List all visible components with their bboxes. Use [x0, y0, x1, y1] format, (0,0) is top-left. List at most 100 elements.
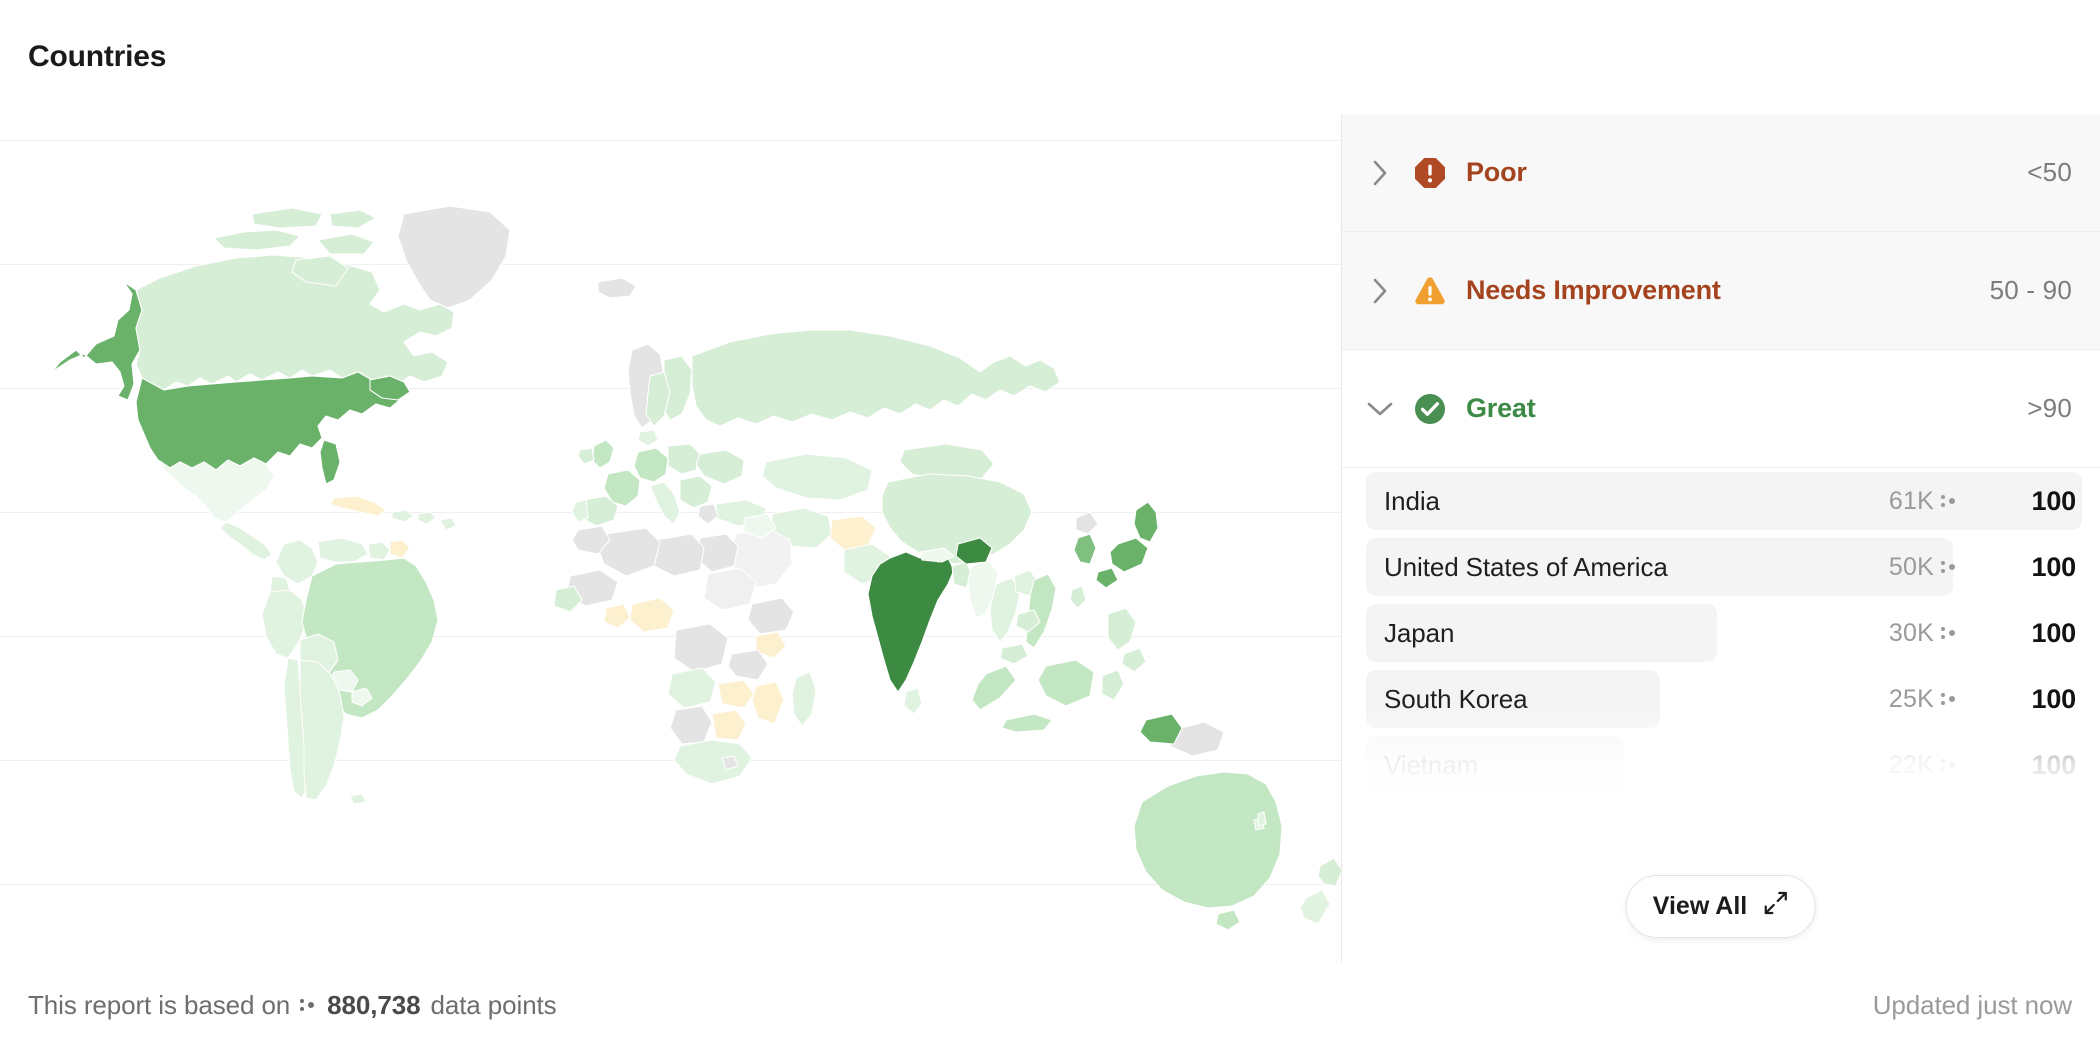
chevron-down-icon[interactable]: [1358, 400, 1402, 417]
category-label-needs-improvement: Needs Improvement: [1466, 275, 1721, 305]
country-score: 100: [2031, 749, 2077, 780]
country-japan: [1133, 501, 1159, 543]
country-canada: [135, 254, 455, 391]
country-vanuatu: [1257, 811, 1267, 827]
country-borneo: [1037, 659, 1095, 707]
country-count-value: 50K: [1888, 552, 1934, 581]
country-score: 100: [2031, 617, 2077, 648]
country-count: 25K: [1889, 685, 1958, 714]
country-count-value: 25K: [1888, 684, 1934, 713]
country-portugal: [571, 499, 589, 523]
report-basis-suffix: data points: [430, 989, 557, 1020]
country-canada-arctic-4: [329, 209, 377, 229]
list-item[interactable]: India 61K 100: [1342, 468, 2100, 534]
country-denmark: [637, 429, 659, 447]
country-list: India 61K 100 United States of America 5…: [1342, 468, 2100, 798]
country-caribbean-3: [439, 517, 457, 531]
country-us-florida: [319, 439, 341, 485]
country-philippines-2: [1121, 647, 1147, 673]
country-botswana: [711, 709, 747, 741]
country-java: [1001, 713, 1053, 733]
data-points-icon: [1941, 490, 1958, 512]
country-malaysia: [999, 643, 1029, 665]
chevron-right-icon[interactable]: [1358, 159, 1402, 187]
category-range-great: >90: [2027, 393, 2072, 423]
data-points-count: 880,738: [327, 989, 421, 1020]
country-falkland: [349, 793, 367, 805]
country-canada-arctic-3: [317, 233, 375, 255]
data-points-icon: [1941, 688, 1958, 710]
country-zambia: [717, 679, 755, 709]
card-header: Countries: [0, 0, 2100, 114]
country-greenland: [397, 205, 511, 309]
country-angola: [667, 667, 717, 709]
data-points-icon: [1941, 754, 1958, 776]
check-circle-icon: [1412, 391, 1448, 427]
country-ghana: [603, 603, 631, 629]
category-row-great[interactable]: Great >90: [1342, 350, 2100, 468]
country-score: 100: [2031, 683, 2077, 714]
list-item[interactable]: Japan 30K 100: [1342, 600, 2100, 666]
country-tasmania: [1215, 909, 1241, 931]
country-japan-kyushu: [1095, 567, 1119, 589]
country-suriname: [389, 539, 411, 559]
score-bands-panel: Poor <50 Needs Improvement 50 - 90 Great…: [1342, 114, 2100, 962]
country-score: 100: [2031, 551, 2077, 582]
country-iceland: [597, 277, 637, 299]
country-alaska: [51, 281, 143, 401]
chevron-right-icon[interactable]: [1358, 277, 1402, 305]
data-points-icon: [1941, 556, 1958, 578]
country-score: 100: [2031, 485, 2077, 516]
report-basis-prefix: This report is based on: [28, 989, 291, 1020]
country-count-value: 61K: [1888, 486, 1934, 515]
category-range-needs-improvement: 50 - 90: [1989, 275, 2072, 305]
world-map-svg: [51, 205, 1341, 931]
list-item[interactable]: Vietnam 22K 100: [1342, 732, 2100, 798]
country-count: 61K: [1889, 487, 1958, 516]
country-count-value: 22K: [1888, 750, 1934, 779]
country-north-korea: [1075, 511, 1099, 535]
category-label-poor: Poor: [1466, 157, 1527, 187]
country-canada-arctic: [213, 229, 301, 251]
report-basis-text: This report is based on 880,738 data poi…: [28, 990, 557, 1021]
world-map[interactable]: [0, 114, 1342, 962]
country-central-america: [219, 521, 273, 561]
view-all-button[interactable]: View All: [1625, 875, 1817, 938]
country-name: India: [1384, 485, 1440, 516]
category-row-needs-improvement[interactable]: Needs Improvement 50 - 90: [1342, 232, 2100, 350]
country-count: 22K: [1889, 751, 1958, 780]
country-poland: [667, 443, 701, 475]
country-new-zealand-n: [1317, 857, 1341, 887]
country-south-africa: [673, 739, 753, 785]
country-india: [867, 551, 955, 693]
country-ireland: [577, 447, 595, 465]
country-canada-arctic-2: [251, 207, 323, 229]
country-sweden: [645, 371, 671, 427]
country-greece: [697, 503, 719, 525]
list-item[interactable]: South Korea 25K 100: [1342, 666, 2100, 732]
octagon-alert-icon: [1412, 155, 1448, 191]
country-dr-congo: [673, 623, 729, 673]
country-balkans: [679, 475, 713, 509]
country-united-states: [135, 371, 403, 471]
country-west-papua: [1139, 713, 1183, 745]
country-ethiopia: [747, 597, 795, 635]
country-russia: [691, 329, 1061, 427]
list-item[interactable]: United States of America 50K 100: [1342, 534, 2100, 600]
country-madagascar: [791, 671, 817, 727]
country-sulawesi: [1101, 669, 1125, 701]
view-all-label: View All: [1652, 892, 1748, 920]
country-count: 50K: [1889, 553, 1958, 582]
country-guyana: [367, 541, 391, 561]
country-count: 30K: [1889, 619, 1958, 648]
country-namibia: [669, 705, 713, 745]
country-caribbean-1: [391, 509, 415, 523]
category-row-poor[interactable]: Poor <50: [1342, 114, 2100, 232]
country-south-korea: [1073, 533, 1097, 565]
country-libya: [653, 533, 705, 577]
country-name: South Korea: [1384, 683, 1528, 714]
country-name: United States of America: [1384, 551, 1668, 582]
updated-timestamp: Updated just now: [1872, 989, 2072, 1020]
country-taiwan: [1069, 585, 1087, 609]
card-body: Poor <50 Needs Improvement 50 - 90 Great…: [0, 114, 2100, 962]
